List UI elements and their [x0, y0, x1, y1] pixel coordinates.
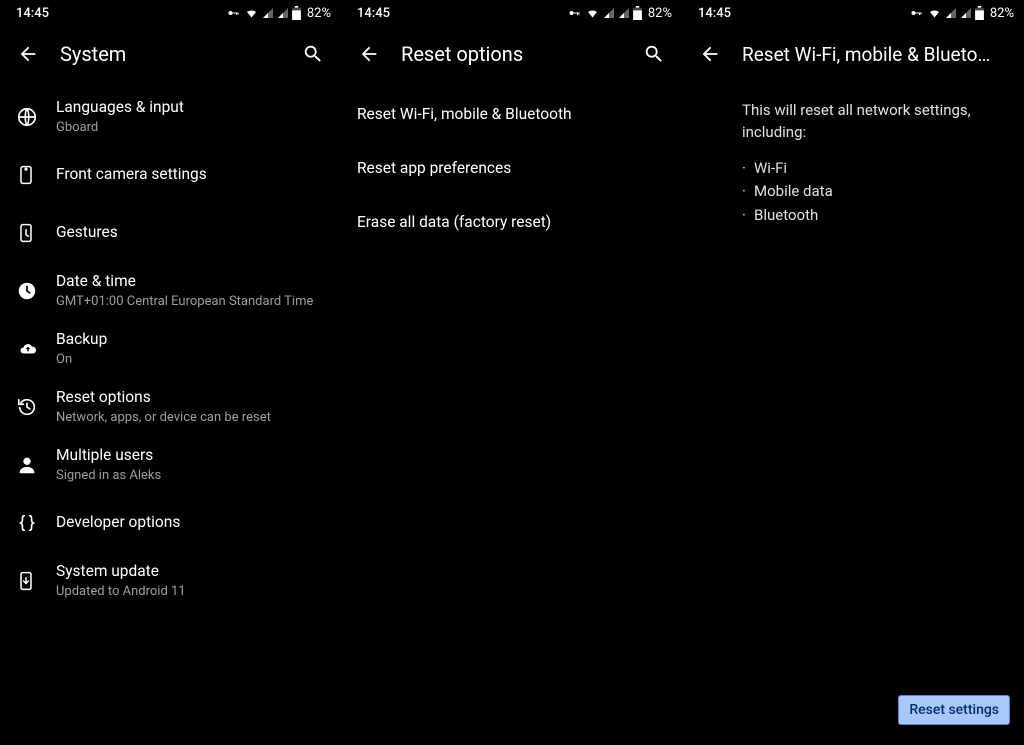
braces-icon	[12, 512, 56, 534]
arrow-back-icon	[17, 43, 39, 65]
row-title: Gestures	[56, 223, 325, 242]
battery-percent: 82%	[307, 6, 331, 21]
globe-icon	[12, 106, 56, 128]
titlebar: Reset Wi-Fi, mobile & Blueto…	[682, 26, 1024, 82]
page-title: Reset Wi-Fi, mobile & Blueto…	[730, 43, 1016, 66]
search-icon	[643, 43, 665, 65]
battery-percent: 82%	[648, 6, 672, 21]
row-reset-app-preferences[interactable]: Reset app preferences	[341, 142, 682, 196]
row-subtitle: Updated to Android 11	[56, 583, 325, 601]
row-erase-all-data[interactable]: Erase all data (factory reset)	[341, 196, 682, 250]
screen-reset-network: 14:45 82% Reset Wi-Fi, mobile & Blueto… …	[682, 0, 1024, 745]
row-date-time[interactable]: Date & time GMT+01:00 Central European S…	[0, 262, 341, 320]
row-front-camera[interactable]: Front camera settings	[0, 146, 341, 204]
restore-icon	[12, 396, 56, 418]
bullet-bluetooth: ·Bluetooth	[742, 205, 1004, 227]
wifi-icon	[585, 7, 600, 19]
row-subtitle: Gboard	[56, 119, 325, 137]
person-icon	[12, 454, 56, 476]
system-update-icon	[12, 570, 56, 592]
row-title: Backup	[56, 330, 325, 349]
signal-icon-1	[603, 7, 615, 19]
back-button[interactable]	[8, 34, 48, 74]
battery-icon	[633, 6, 642, 20]
page-title: Reset options	[389, 42, 634, 66]
row-gestures[interactable]: Gestures	[0, 204, 341, 262]
row-reset-options[interactable]: Reset options Network, apps, or device c…	[0, 378, 341, 436]
wifi-icon	[927, 7, 942, 19]
status-icons: 82%	[225, 6, 331, 21]
row-title: Date & time	[56, 272, 325, 291]
row-title: Reset app preferences	[357, 159, 666, 178]
row-reset-wifi-mobile-bt[interactable]: Reset Wi-Fi, mobile & Bluetooth	[341, 88, 682, 142]
status-bar: 14:45 82%	[0, 0, 341, 26]
search-icon	[302, 43, 324, 65]
bullet-label: Bluetooth	[754, 205, 818, 227]
row-subtitle: On	[56, 351, 325, 369]
phone-icon	[12, 164, 56, 186]
row-backup[interactable]: Backup On	[0, 320, 341, 378]
row-subtitle: GMT+01:00 Central European Standard Time	[56, 293, 325, 311]
vpn-key-icon	[566, 7, 582, 19]
row-title: Reset Wi-Fi, mobile & Bluetooth	[357, 105, 666, 124]
clock-icon	[12, 280, 56, 302]
back-button[interactable]	[349, 34, 389, 74]
vpn-key-icon	[908, 7, 924, 19]
row-title: Reset options	[56, 388, 325, 407]
search-button[interactable]	[293, 34, 333, 74]
bullet-mobile-data: ·Mobile data	[742, 181, 1004, 203]
search-button[interactable]	[634, 34, 674, 74]
vpn-key-icon	[225, 7, 241, 19]
status-bar: 14:45 82%	[341, 0, 682, 26]
row-subtitle: Network, apps, or device can be reset	[56, 409, 325, 427]
wifi-icon	[244, 7, 259, 19]
arrow-back-icon	[699, 43, 721, 65]
settings-list: Languages & input Gboard Front camera se…	[0, 82, 341, 610]
signal-icon-1	[945, 7, 957, 19]
battery-icon	[975, 6, 984, 20]
titlebar: Reset options	[341, 26, 682, 82]
row-multiple-users[interactable]: Multiple users Signed in as Aleks	[0, 436, 341, 494]
row-title: Erase all data (factory reset)	[357, 213, 666, 232]
status-clock: 14:45	[351, 6, 390, 21]
status-icons: 82%	[908, 6, 1014, 21]
signal-icon-2	[618, 7, 630, 19]
status-clock: 14:45	[10, 6, 49, 21]
row-languages-input[interactable]: Languages & input Gboard	[0, 88, 341, 146]
reset-network-body: This will reset all network settings, in…	[682, 82, 1024, 227]
reset-options-list: Reset Wi-Fi, mobile & Bluetooth Reset ap…	[341, 82, 682, 250]
bullet-label: Wi-Fi	[754, 158, 787, 180]
intro-text: This will reset all network settings, in…	[742, 100, 1004, 144]
bullet-wifi: ·Wi-Fi	[742, 158, 1004, 180]
row-subtitle: Signed in as Aleks	[56, 467, 325, 485]
row-title: Front camera settings	[56, 165, 325, 184]
cloud-upload-icon	[12, 340, 56, 358]
back-button[interactable]	[690, 34, 730, 74]
row-title: Multiple users	[56, 446, 325, 465]
arrow-back-icon	[358, 43, 380, 65]
signal-icon-2	[960, 7, 972, 19]
row-title: Languages & input	[56, 98, 325, 117]
battery-icon	[292, 6, 301, 20]
signal-icon-2	[277, 7, 289, 19]
reset-settings-button[interactable]: Reset settings	[898, 695, 1010, 725]
page-title: System	[48, 42, 293, 66]
gesture-icon	[12, 222, 56, 244]
status-clock: 14:45	[692, 6, 731, 21]
row-system-update[interactable]: System update Updated to Android 11	[0, 552, 341, 610]
status-icons: 82%	[566, 6, 672, 21]
bullet-label: Mobile data	[754, 181, 833, 203]
signal-icon-1	[262, 7, 274, 19]
screen-reset-options: 14:45 82% Reset options Reset Wi-Fi, mob…	[341, 0, 682, 745]
row-developer-options[interactable]: Developer options	[0, 494, 341, 552]
screen-system: 14:45 82% System	[0, 0, 341, 745]
status-bar: 14:45 82%	[682, 0, 1024, 26]
titlebar: System	[0, 26, 341, 82]
row-title: Developer options	[56, 513, 325, 532]
row-title: System update	[56, 562, 325, 581]
battery-percent: 82%	[990, 6, 1014, 21]
